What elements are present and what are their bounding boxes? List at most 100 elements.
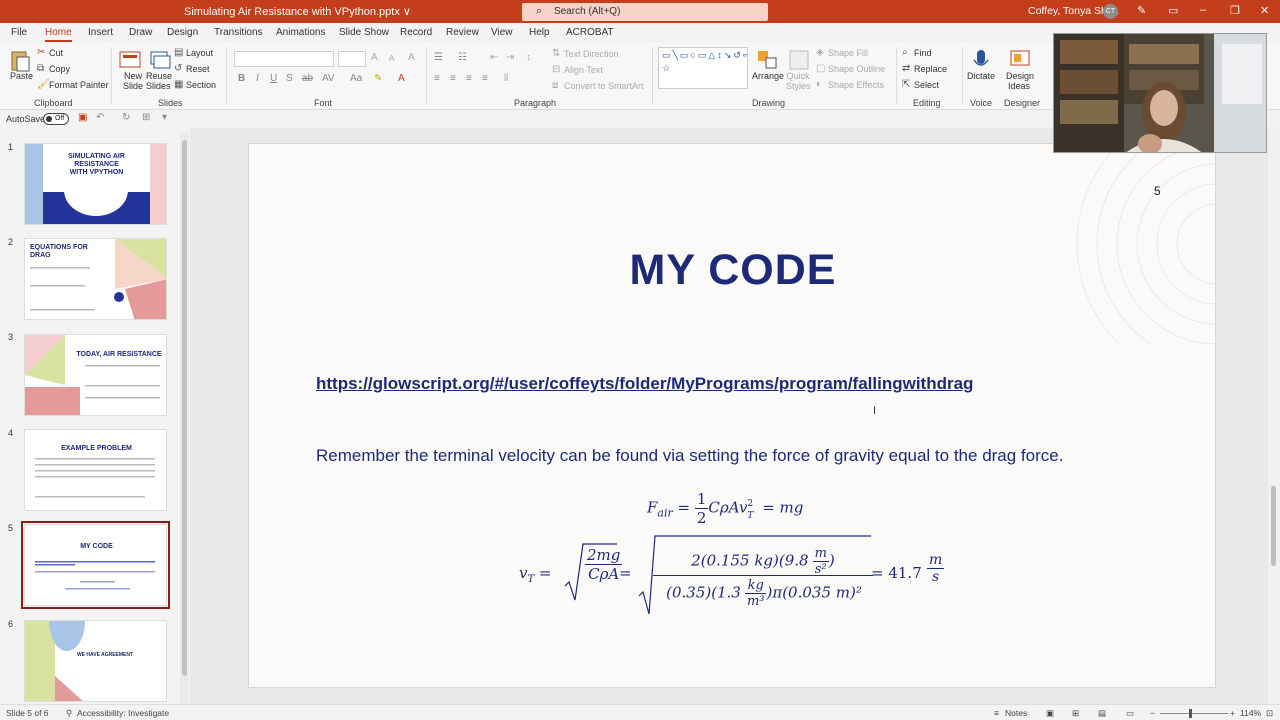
equation-terminal-velocity[interactable]: vT = 2mg CρA = 2(0.155 kg)(9.8 m s²) (0.35)… bbox=[519, 535, 959, 618]
slide-thumbnail-3[interactable]: TODAY, AIR RESISTANCE bbox=[24, 334, 167, 416]
slideshow-icon[interactable]: ▭ bbox=[1126, 708, 1134, 719]
slide-body-text[interactable]: Remember the terminal velocity can be fo… bbox=[316, 445, 1156, 467]
reuse-slides-icon[interactable] bbox=[148, 48, 172, 72]
align-right-icon[interactable]: ≡ bbox=[466, 73, 472, 84]
shrink-font-icon[interactable]: A bbox=[389, 54, 394, 63]
tab-home[interactable]: Home bbox=[45, 27, 72, 42]
font-name-field[interactable] bbox=[234, 51, 334, 67]
design-ideas-button[interactable]: Design Ideas bbox=[1006, 71, 1034, 91]
numbering-icon[interactable]: ☷ bbox=[458, 52, 467, 63]
paste-button[interactable]: Paste bbox=[10, 71, 33, 81]
shape-effects-button[interactable]: Shape Effects bbox=[828, 80, 884, 90]
slide-thumbnail-4[interactable]: EXAMPLE PROBLEM bbox=[24, 429, 167, 511]
glowscript-link[interactable]: https://glowscript.org/#/user/coffeyts/f… bbox=[316, 373, 1156, 395]
accessibility-status[interactable]: Accessibility: Investigate bbox=[77, 708, 169, 718]
tab-acrobat[interactable]: ACROBAT bbox=[566, 27, 614, 38]
present-icon[interactable]: ⊞ bbox=[142, 112, 150, 123]
layout-button[interactable]: Layout bbox=[186, 48, 213, 58]
zoom-slider-thumb[interactable] bbox=[1189, 709, 1192, 718]
zoom-level[interactable]: 114% bbox=[1240, 708, 1261, 718]
ribbon-display-icon[interactable]: ▭ bbox=[1168, 4, 1178, 17]
slide-canvas[interactable]: 5 MY CODE https://glowscript.org/#/user/… bbox=[248, 143, 1216, 688]
underline-icon[interactable]: U bbox=[270, 73, 277, 84]
scrollbar-thumb[interactable] bbox=[1271, 486, 1276, 566]
font-color-icon[interactable]: A bbox=[398, 73, 405, 84]
normal-view-icon[interactable]: ▣ bbox=[1046, 708, 1054, 719]
highlight-icon[interactable]: ✎ bbox=[374, 73, 382, 84]
spacing-icon[interactable]: AV bbox=[322, 73, 335, 84]
tab-slide-show[interactable]: Slide Show bbox=[339, 27, 389, 38]
select-button[interactable]: Select bbox=[914, 80, 939, 90]
zoom-slider[interactable] bbox=[1160, 713, 1228, 714]
decrease-indent-icon[interactable]: ⇤ bbox=[490, 52, 498, 63]
strikethrough-icon[interactable]: ab bbox=[302, 73, 313, 84]
reset-button[interactable]: Reset bbox=[186, 64, 210, 74]
align-text-button[interactable]: Align Text bbox=[564, 65, 603, 75]
shape-fill-button[interactable]: Shape Fill bbox=[828, 48, 868, 58]
fit-to-window-icon[interactable]: ⊡ bbox=[1266, 708, 1273, 719]
arrange-icon[interactable] bbox=[756, 48, 780, 72]
slide-thumbnail-6[interactable]: WE HAVE AGREEMENT bbox=[24, 620, 167, 702]
grow-font-icon[interactable]: A bbox=[371, 52, 378, 63]
minimize-icon[interactable]: – bbox=[1200, 4, 1206, 16]
replace-button[interactable]: Replace bbox=[914, 64, 947, 74]
avatar[interactable]: CT bbox=[1103, 4, 1118, 19]
autosave-toggle[interactable]: Off bbox=[43, 113, 69, 125]
tab-animations[interactable]: Animations bbox=[276, 27, 325, 38]
justify-icon[interactable]: ≡ bbox=[482, 73, 488, 84]
quick-styles-icon[interactable] bbox=[787, 48, 811, 72]
slide-title[interactable]: MY CODE bbox=[249, 246, 1215, 295]
undo-icon[interactable]: ↶ bbox=[96, 112, 104, 123]
slide-sorter-icon[interactable]: ⊞ bbox=[1072, 708, 1079, 719]
tab-view[interactable]: View bbox=[491, 27, 513, 38]
slide-thumbnail-2[interactable]: EQUATIONS FOR DRAG bbox=[24, 238, 167, 320]
bold-icon[interactable]: B bbox=[238, 73, 245, 84]
tab-design[interactable]: Design bbox=[167, 27, 198, 38]
increase-indent-icon[interactable]: ⇥ bbox=[506, 52, 514, 63]
arrange-button[interactable]: Arrange bbox=[752, 71, 784, 81]
font-size-field[interactable] bbox=[338, 51, 366, 67]
shadow-icon[interactable]: S bbox=[286, 73, 293, 84]
tab-file[interactable]: File bbox=[11, 27, 27, 38]
tab-insert[interactable]: Insert bbox=[88, 27, 113, 38]
search-box[interactable]: ⌕ Search (Alt+Q) bbox=[522, 3, 768, 21]
bullets-icon[interactable]: ☰ bbox=[434, 52, 443, 63]
copy-button[interactable]: Copy bbox=[49, 64, 70, 74]
tab-record[interactable]: Record bbox=[400, 27, 432, 38]
format-painter-button[interactable]: Format Painter bbox=[49, 80, 109, 90]
close-icon[interactable]: ✕ bbox=[1260, 4, 1269, 17]
clear-format-icon[interactable]: A bbox=[408, 52, 415, 63]
new-slide-button[interactable]: New Slide bbox=[120, 71, 146, 91]
pen-icon[interactable]: ✎ bbox=[1137, 4, 1146, 17]
document-title[interactable]: Simulating Air Resistance with VPython.p… bbox=[184, 5, 411, 18]
change-case-icon[interactable]: Aa bbox=[350, 73, 362, 84]
redo-icon[interactable]: ↻ bbox=[122, 112, 130, 123]
slide-scrollbar[interactable] bbox=[1268, 128, 1280, 704]
paste-icon[interactable] bbox=[8, 49, 32, 73]
maximize-icon[interactable]: ❐ bbox=[1230, 4, 1240, 17]
scrollbar-thumb[interactable] bbox=[182, 140, 187, 676]
thumbnail-scrollbar[interactable] bbox=[180, 132, 189, 704]
slide-thumbnail-1[interactable]: SIMULATING AIR RESISTANCE WITH VPYTHON bbox=[24, 143, 167, 225]
customize-icon[interactable]: ▾ bbox=[162, 112, 167, 123]
cut-button[interactable]: Cut bbox=[49, 48, 63, 58]
tab-help[interactable]: Help bbox=[529, 27, 550, 38]
equation-force-balance[interactable]: Fair = 1 2 CρAv 2 T = mg bbox=[647, 490, 803, 527]
notes-button[interactable]: Notes bbox=[1005, 708, 1027, 718]
line-spacing-icon[interactable]: ↕ bbox=[526, 52, 531, 63]
columns-icon[interactable]: ⫴ bbox=[504, 73, 508, 84]
reading-view-icon[interactable]: ▤ bbox=[1098, 708, 1106, 719]
zoom-out-icon[interactable]: − bbox=[1150, 708, 1155, 718]
shape-outline-button[interactable]: Shape Outline bbox=[828, 64, 885, 74]
find-button[interactable]: Find bbox=[914, 48, 932, 58]
dictate-button[interactable]: Dictate bbox=[967, 71, 995, 81]
convert-smartart-button[interactable]: Convert to SmartArt bbox=[564, 81, 644, 91]
italic-icon[interactable]: I bbox=[256, 73, 259, 84]
slide-thumbnail-5[interactable]: MY CODE bbox=[21, 521, 170, 609]
text-direction-button[interactable]: Text Direction bbox=[564, 49, 619, 59]
save-icon[interactable]: ▣ bbox=[78, 112, 87, 123]
align-center-icon[interactable]: ≡ bbox=[450, 73, 456, 84]
tab-review[interactable]: Review bbox=[446, 27, 479, 38]
shapes-gallery[interactable]: ▭╲▭○▭△↕↘↺⇨⇩◇╲{}☆ bbox=[658, 47, 748, 89]
microphone-icon[interactable] bbox=[969, 48, 993, 72]
